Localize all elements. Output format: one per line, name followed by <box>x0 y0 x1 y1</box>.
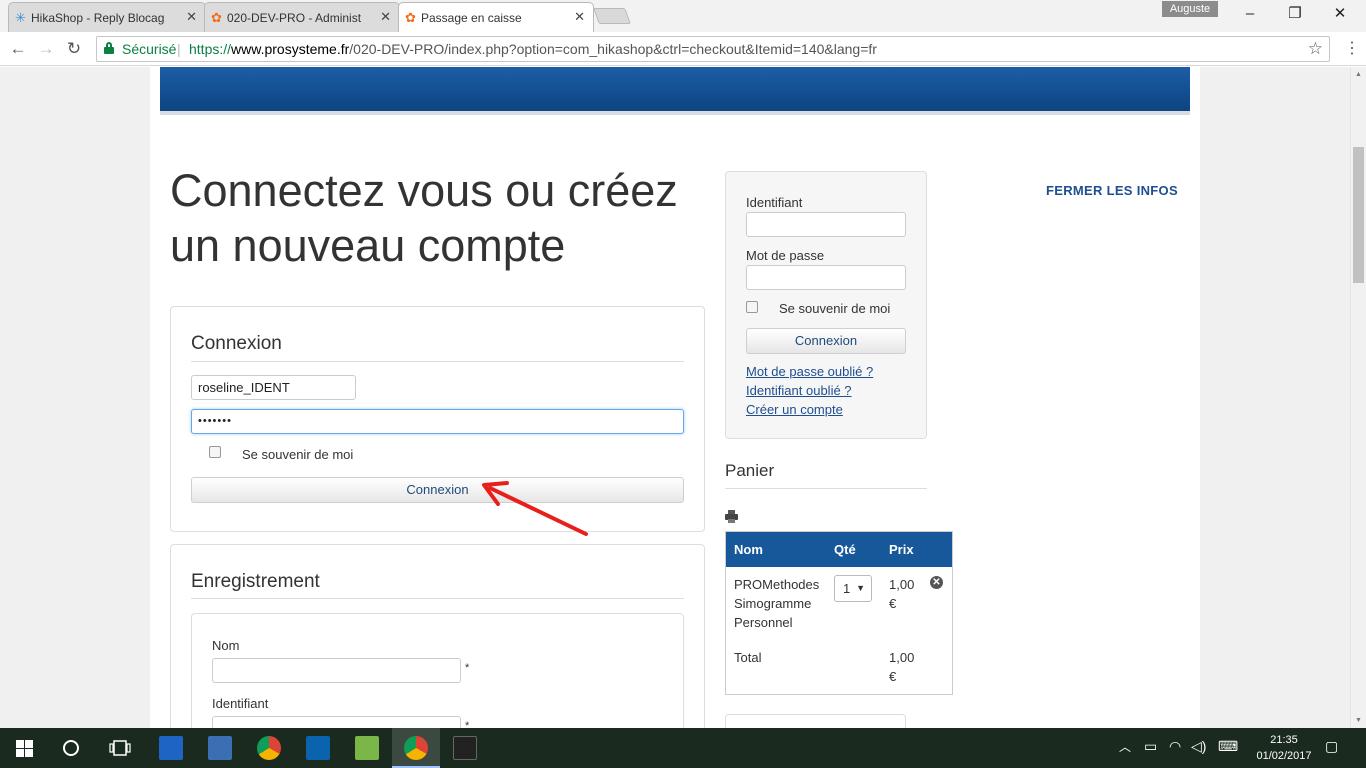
next-module-box <box>725 714 906 728</box>
column-header-qty: Qté <box>834 542 856 557</box>
windows-taskbar: ︿ ▭ ◠ ◁) ⌨ 21:35 01/02/2017 ▢ <box>0 728 1366 768</box>
browser-tab-strip: ✳ HikaShop - Reply Blocag ✕ ✿ 020-DEV-PR… <box>0 0 1366 32</box>
outlook-icon[interactable] <box>306 736 330 760</box>
restore-icon[interactable]: ❐ <box>1275 3 1315 25</box>
side-password-input[interactable] <box>746 265 906 290</box>
system-clock[interactable]: 21:35 01/02/2017 <box>1256 732 1312 764</box>
side-username-input[interactable] <box>746 212 906 237</box>
page-viewport: Connectez vous ou créez un nouveau compt… <box>0 67 1350 728</box>
url-text: https://www.prosysteme.fr/020-DEV-PRO/in… <box>189 41 877 57</box>
chrome-active-icon[interactable] <box>404 736 428 760</box>
create-account-link[interactable]: Créer un compte <box>746 402 843 417</box>
tab-title: Passage en caisse <box>421 10 522 25</box>
registration-panel: Enregistrement Nom * Identifiant * <box>170 544 705 728</box>
close-window-icon[interactable]: ✕ <box>1320 3 1360 25</box>
chrome-menu-icon[interactable]: ⋮ <box>1344 37 1360 61</box>
tab-title: 020-DEV-PRO - Administ <box>227 10 362 25</box>
chevron-down-icon: ▼ <box>856 583 865 593</box>
forgot-username-link[interactable]: Identifiant oublié ? <box>746 383 852 398</box>
required-mark: * <box>465 720 470 728</box>
cart-total-label: Total <box>734 650 762 665</box>
cart-title: Panier <box>725 461 775 480</box>
lock-icon <box>104 42 114 54</box>
close-tab-icon[interactable]: ✕ <box>574 9 585 25</box>
keyboard-icon[interactable]: ⌨ <box>1218 738 1238 755</box>
cart-item-price: 1,00 € <box>889 577 915 611</box>
secure-label: Sécurisé <box>122 41 177 57</box>
scroll-up-icon[interactable]: ▲ <box>1355 71 1362 78</box>
battery-icon[interactable]: ▭ <box>1144 738 1157 755</box>
volume-icon[interactable]: ◁) <box>1191 738 1206 755</box>
scroll-down-icon[interactable]: ▼ <box>1355 717 1362 724</box>
login-submit-button[interactable]: Connexion <box>191 477 684 503</box>
minimize-icon[interactable]: – <box>1230 3 1270 25</box>
printer-icon[interactable] <box>725 510 738 523</box>
bookmark-star-icon[interactable]: ☆ <box>1308 39 1323 59</box>
cart-table: Nom Qté Prix PROMethodes Simogramme Pers… <box>725 531 953 695</box>
remove-item-icon[interactable]: ✕ <box>930 576 943 589</box>
required-mark: * <box>465 662 470 674</box>
forward-arrow-icon[interactable]: → <box>34 37 58 61</box>
remember-me-checkbox[interactable] <box>209 446 221 458</box>
address-bar[interactable]: Sécurisé | https://www.prosysteme.fr/020… <box>96 36 1330 62</box>
studio-app-icon[interactable] <box>453 736 477 760</box>
forgot-password-link[interactable]: Mot de passe oublié ? <box>746 364 873 379</box>
side-password-label: Mot de passe <box>746 248 825 263</box>
notepad-plus-icon[interactable] <box>355 736 379 760</box>
side-login-module: Identifiant Mot de passe Se souvenir de … <box>725 171 927 439</box>
register-username-input[interactable] <box>212 716 461 728</box>
browser-toolbar: ← → ↻ Sécurisé | https://www.prosysteme.… <box>0 32 1366 66</box>
joomla-icon: ✿ <box>211 10 222 25</box>
profile-badge[interactable]: Auguste <box>1162 1 1218 17</box>
close-tab-icon[interactable]: ✕ <box>186 9 197 25</box>
name-input[interactable] <box>212 658 461 683</box>
back-arrow-icon[interactable]: ← <box>6 37 30 61</box>
joomla-icon: ✿ <box>405 10 416 25</box>
side-username-label: Identifiant <box>746 195 803 210</box>
cart-item-name: PROMethodes Simogramme Personnel <box>734 577 820 630</box>
cortana-search-icon[interactable] <box>62 739 80 757</box>
username-input[interactable]: roseline_IDENT <box>191 375 356 400</box>
page-title: Connectez vous ou créez un nouveau compt… <box>170 165 678 271</box>
username-label: Identifiant <box>212 696 269 711</box>
windows-defender-icon[interactable] <box>159 736 183 760</box>
browser-tab-hikashop[interactable]: ✳ HikaShop - Reply Blocag ✕ <box>8 2 206 32</box>
column-header-name: Nom <box>734 542 763 557</box>
reload-icon[interactable]: ↻ <box>62 37 86 61</box>
file-explorer-icon[interactable] <box>208 736 232 760</box>
wifi-icon[interactable]: ◠ <box>1169 738 1181 755</box>
task-view-icon[interactable] <box>109 740 131 756</box>
side-login-button[interactable]: Connexion <box>746 328 906 354</box>
cart-total-value: 1,00 € <box>889 650 915 684</box>
browser-tab-administration[interactable]: ✿ 020-DEV-PRO - Administ ✕ <box>204 2 400 32</box>
notifications-icon[interactable]: ▢ <box>1325 738 1338 755</box>
quantity-select[interactable]: 1 ▼ <box>834 575 872 602</box>
remember-me-label: Se souvenir de moi <box>242 447 354 462</box>
close-tab-icon[interactable]: ✕ <box>380 9 391 25</box>
browser-tab-checkout[interactable]: ✿ Passage en caisse ✕ <box>398 2 594 32</box>
page-scrollbar[interactable]: ▲ ▼ <box>1350 67 1366 728</box>
tray-chevron-icon[interactable]: ︿ <box>1119 738 1131 755</box>
password-input[interactable]: ••••••• <box>191 409 684 434</box>
side-remember-label: Se souvenir de moi <box>779 301 891 316</box>
close-info-link[interactable]: FERMER LES INFOS <box>1046 183 1178 198</box>
page-content: Connectez vous ou créez un nouveau compt… <box>150 67 1200 728</box>
registration-form: Nom * Identifiant * <box>191 613 684 728</box>
chrome-icon[interactable] <box>257 736 281 760</box>
scrollbar-thumb[interactable] <box>1353 147 1364 283</box>
name-label: Nom <box>212 638 240 653</box>
tab-title: HikaShop - Reply Blocag <box>31 10 165 25</box>
column-header-price: Prix <box>889 542 914 557</box>
side-remember-checkbox[interactable] <box>746 301 758 313</box>
login-heading: Connexion <box>191 333 282 354</box>
site-header-banner <box>160 67 1190 115</box>
hikashop-star-icon: ✳ <box>15 10 26 25</box>
cart-table-header: Nom Qté Prix <box>726 532 952 567</box>
new-tab-button[interactable] <box>593 8 631 24</box>
registration-heading: Enregistrement <box>191 571 320 592</box>
login-panel: Connexion roseline_IDENT ••••••• Se souv… <box>170 306 705 532</box>
windows-start-icon[interactable] <box>16 740 33 757</box>
